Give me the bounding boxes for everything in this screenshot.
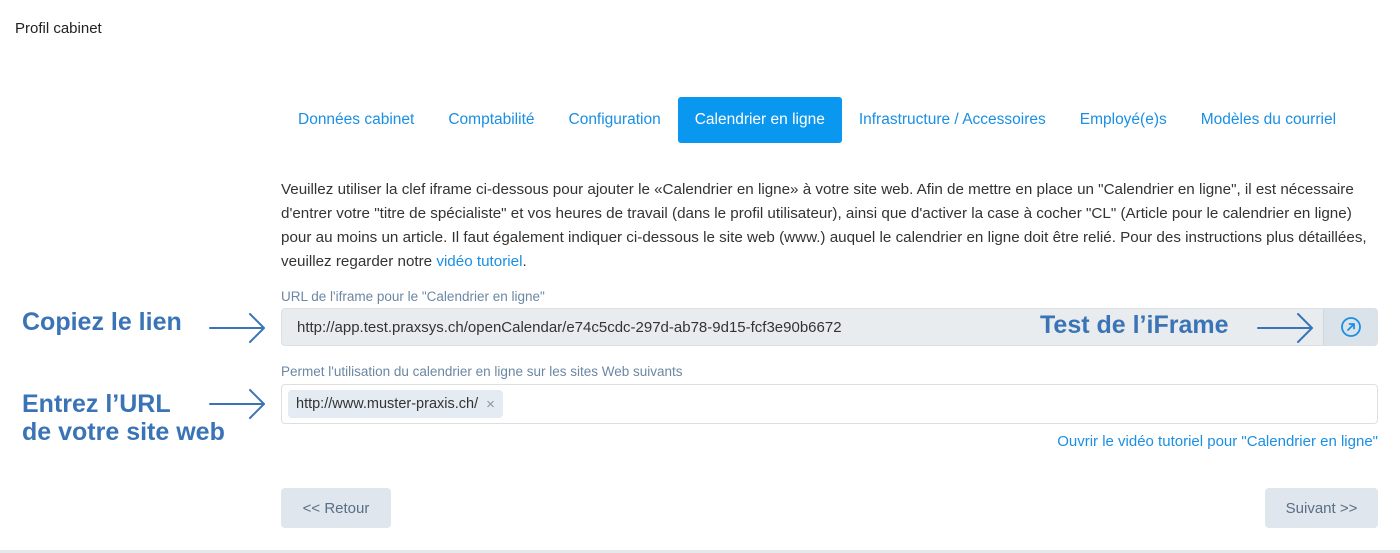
intro-end: . bbox=[522, 253, 527, 270]
back-button[interactable]: << Retour bbox=[281, 488, 391, 528]
chip-remove-icon[interactable]: × bbox=[486, 396, 495, 413]
tab-donnees-cabinet[interactable]: Données cabinet bbox=[281, 97, 431, 143]
tab-comptabilite[interactable]: Comptabilité bbox=[431, 97, 551, 143]
annotation-test-iframe: Test de l’iFrame bbox=[1040, 311, 1229, 339]
test-iframe-button[interactable] bbox=[1323, 309, 1377, 345]
tab-infrastructure[interactable]: Infrastructure / Accessoires bbox=[842, 97, 1063, 143]
annotation-enter-url: Entrez l’URL de votre site web bbox=[22, 390, 225, 446]
annotation-copy-link: Copiez le lien bbox=[22, 308, 182, 336]
open-tutorial-video-link[interactable]: Ouvrir le vidéo tutoriel pour "Calendrie… bbox=[1057, 433, 1378, 450]
tutorial-video-link[interactable]: vidéo tutoriel bbox=[436, 253, 522, 270]
annotation-enter-url-line1: Entrez l’URL bbox=[22, 390, 171, 418]
iframe-url-label: URL de l'iframe pour le "Calendrier en l… bbox=[281, 289, 545, 304]
tab-configuration[interactable]: Configuration bbox=[552, 97, 678, 143]
tab-calendrier-en-ligne[interactable]: Calendrier en ligne bbox=[677, 97, 842, 143]
arrow-right-icon bbox=[209, 389, 265, 419]
tab-bar: Données cabinet Comptabilité Configurati… bbox=[281, 97, 1353, 143]
allowed-sites-input[interactable]: http://www.muster-praxis.ch/ × bbox=[281, 384, 1378, 424]
arrow-right-icon bbox=[1257, 313, 1313, 343]
tab-modeles-courriel[interactable]: Modèles du courriel bbox=[1184, 97, 1353, 143]
site-chip: http://www.muster-praxis.ch/ × bbox=[288, 390, 503, 418]
annotation-enter-url-line2: de votre site web bbox=[22, 418, 225, 446]
allowed-sites-label: Permet l'utilisation du calendrier en li… bbox=[281, 364, 683, 379]
external-link-circle-icon bbox=[1340, 317, 1361, 337]
page-title: Profil cabinet bbox=[15, 20, 102, 37]
next-button[interactable]: Suivant >> bbox=[1265, 488, 1378, 528]
site-chip-label: http://www.muster-praxis.ch/ bbox=[296, 396, 479, 412]
tab-employes[interactable]: Employé(e)s bbox=[1063, 97, 1184, 143]
intro-paragraph: Veuillez utiliser la clef iframe ci-dess… bbox=[281, 178, 1381, 274]
arrow-right-icon bbox=[209, 313, 265, 343]
